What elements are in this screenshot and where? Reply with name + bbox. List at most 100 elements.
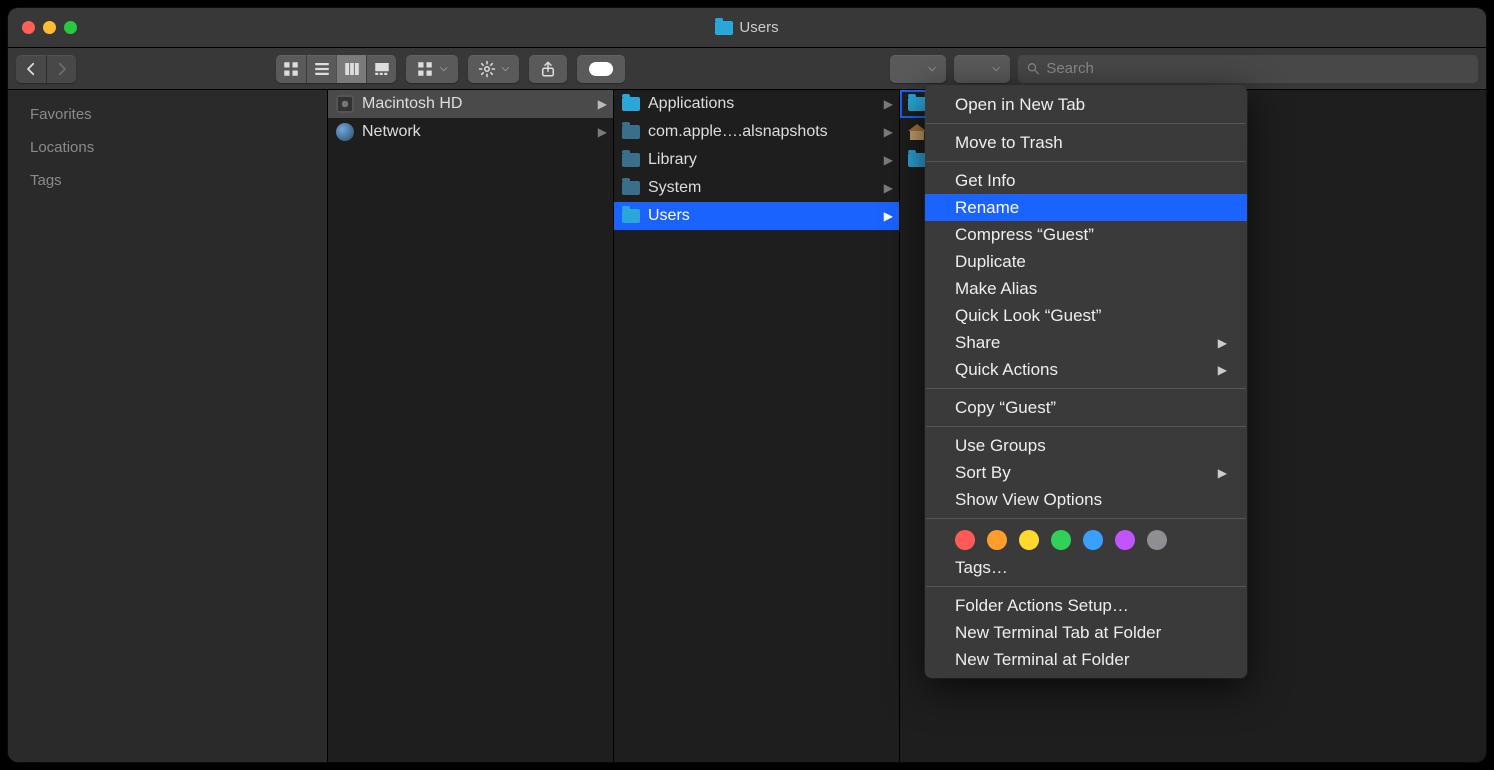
menu-quick-actions[interactable]: Quick Actions ▶ (925, 356, 1247, 383)
content-area: Favorites Locations Tags Macintosh HD ▶ … (8, 90, 1486, 762)
column-view-icon (343, 60, 361, 78)
view-column-button[interactable] (336, 55, 366, 83)
action-dropdown[interactable]: ⌵ (468, 55, 520, 83)
menu-separator (926, 161, 1246, 162)
column-0: Macintosh HD ▶ Network ▶ (328, 90, 614, 762)
back-button[interactable] (16, 55, 46, 83)
network-icon (336, 123, 354, 141)
tag-color-dot[interactable] (1147, 530, 1167, 550)
folder-icon (622, 209, 640, 223)
menu-get-info[interactable]: Get Info (925, 167, 1247, 194)
menu-make-alias[interactable]: Make Alias (925, 275, 1247, 302)
toolbar-dropdown-1[interactable]: ⌵ (890, 55, 946, 83)
menu-move-to-trash[interactable]: Move to Trash (925, 129, 1247, 156)
chevron-right-icon: ▶ (598, 125, 607, 139)
context-menu: Open in New Tab Move to Trash Get Info R… (925, 86, 1247, 678)
chevron-down-icon: ⌵ (992, 63, 1000, 74)
tag-color-dot[interactable] (1083, 530, 1103, 550)
submenu-arrow-icon: ▶ (1218, 363, 1227, 377)
column-item-network[interactable]: Network ▶ (328, 118, 613, 146)
view-gallery-button[interactable] (366, 55, 396, 83)
menu-separator (926, 388, 1246, 389)
menu-copy[interactable]: Copy “Guest” (925, 394, 1247, 421)
menu-new-terminal[interactable]: New Terminal at Folder (925, 646, 1247, 673)
column-item-users[interactable]: Users ▶ (614, 202, 899, 230)
column-item-macintosh-hd[interactable]: Macintosh HD ▶ (328, 90, 613, 118)
item-label: Network (362, 123, 421, 141)
toolbar-dropdown-2[interactable]: ⌵ (954, 55, 1010, 83)
item-label: Macintosh HD (362, 95, 462, 113)
folder-icon (908, 97, 926, 111)
item-label: System (648, 179, 701, 197)
chevron-down-icon: ⌵ (928, 63, 936, 74)
tag-color-dot[interactable] (955, 530, 975, 550)
folder-icon (715, 21, 733, 35)
menu-use-groups[interactable]: Use Groups (925, 432, 1247, 459)
forward-button[interactable] (46, 55, 76, 83)
chevron-right-icon (53, 60, 71, 78)
column-item-system[interactable]: System ▶ (614, 174, 899, 202)
menu-tag-colors (925, 524, 1247, 554)
menu-folder-actions-setup[interactable]: Folder Actions Setup… (925, 592, 1247, 619)
menu-item-label: Use Groups (955, 436, 1046, 456)
tag-color-dot[interactable] (1115, 530, 1135, 550)
sidebar-section-tags[interactable]: Tags (8, 164, 327, 197)
column-1: Applications ▶ com.apple….alsnapshots ▶ … (614, 90, 900, 762)
chevron-left-icon (22, 60, 40, 78)
menu-item-label: Tags… (955, 558, 1008, 578)
search-input[interactable] (1046, 60, 1470, 77)
edit-tags-button[interactable] (577, 55, 625, 83)
icon-view-icon (282, 60, 300, 78)
traffic-lights (22, 21, 77, 34)
chevron-right-icon: ▶ (884, 181, 893, 195)
sidebar-section-favorites[interactable]: Favorites (8, 98, 327, 131)
folder-icon (622, 181, 640, 195)
menu-separator (926, 123, 1246, 124)
group-by-dropdown[interactable]: ⌵ (406, 55, 458, 83)
column-item-library[interactable]: Library ▶ (614, 146, 899, 174)
finder-window: Users (8, 8, 1486, 762)
menu-open-new-tab[interactable]: Open in New Tab (925, 91, 1247, 118)
close-button[interactable] (22, 21, 35, 34)
menu-rename[interactable]: Rename (925, 194, 1247, 221)
zoom-button[interactable] (64, 21, 77, 34)
tag-color-dot[interactable] (1019, 530, 1039, 550)
menu-item-label: Sort By (955, 463, 1011, 483)
menu-duplicate[interactable]: Duplicate (925, 248, 1247, 275)
menu-quick-look[interactable]: Quick Look “Guest” (925, 302, 1247, 329)
menu-tags[interactable]: Tags… (925, 554, 1247, 581)
menu-item-label: New Terminal at Folder (955, 650, 1129, 670)
tag-color-dot[interactable] (1051, 530, 1071, 550)
grid-icon (416, 60, 434, 78)
menu-item-label: Open in New Tab (955, 95, 1085, 115)
menu-item-label: Quick Look “Guest” (955, 306, 1101, 326)
column-item-snapshots[interactable]: com.apple….alsnapshots ▶ (614, 118, 899, 146)
menu-item-label: Share (955, 333, 1000, 353)
view-icon-button[interactable] (276, 55, 306, 83)
menu-show-view-options[interactable]: Show View Options (925, 486, 1247, 513)
column-item-applications[interactable]: Applications ▶ (614, 90, 899, 118)
sidebar-section-locations[interactable]: Locations (8, 131, 327, 164)
item-label: Library (648, 151, 697, 169)
tag-color-dot[interactable] (987, 530, 1007, 550)
menu-sort-by[interactable]: Sort By▶ (925, 459, 1247, 486)
menu-separator (926, 518, 1246, 519)
search-field[interactable] (1018, 55, 1478, 83)
nav-back-forward (16, 55, 76, 83)
menu-item-label: Quick Actions (955, 360, 1058, 380)
view-list-button[interactable] (306, 55, 336, 83)
share-button[interactable] (529, 55, 567, 83)
folder-icon (622, 125, 640, 139)
chevron-right-icon: ▶ (598, 97, 607, 111)
folder-icon (908, 153, 926, 167)
menu-share[interactable]: Share ▶ (925, 329, 1247, 356)
folder-icon (622, 97, 640, 111)
menu-compress[interactable]: Compress “Guest” (925, 221, 1247, 248)
folder-icon (622, 153, 640, 167)
menu-new-terminal-tab[interactable]: New Terminal Tab at Folder (925, 619, 1247, 646)
minimize-button[interactable] (43, 21, 56, 34)
submenu-arrow-icon: ▶ (1218, 336, 1227, 350)
menu-item-label: Compress “Guest” (955, 225, 1094, 245)
chevron-down-icon: ⌵ (502, 63, 510, 74)
chevron-right-icon: ▶ (884, 125, 893, 139)
